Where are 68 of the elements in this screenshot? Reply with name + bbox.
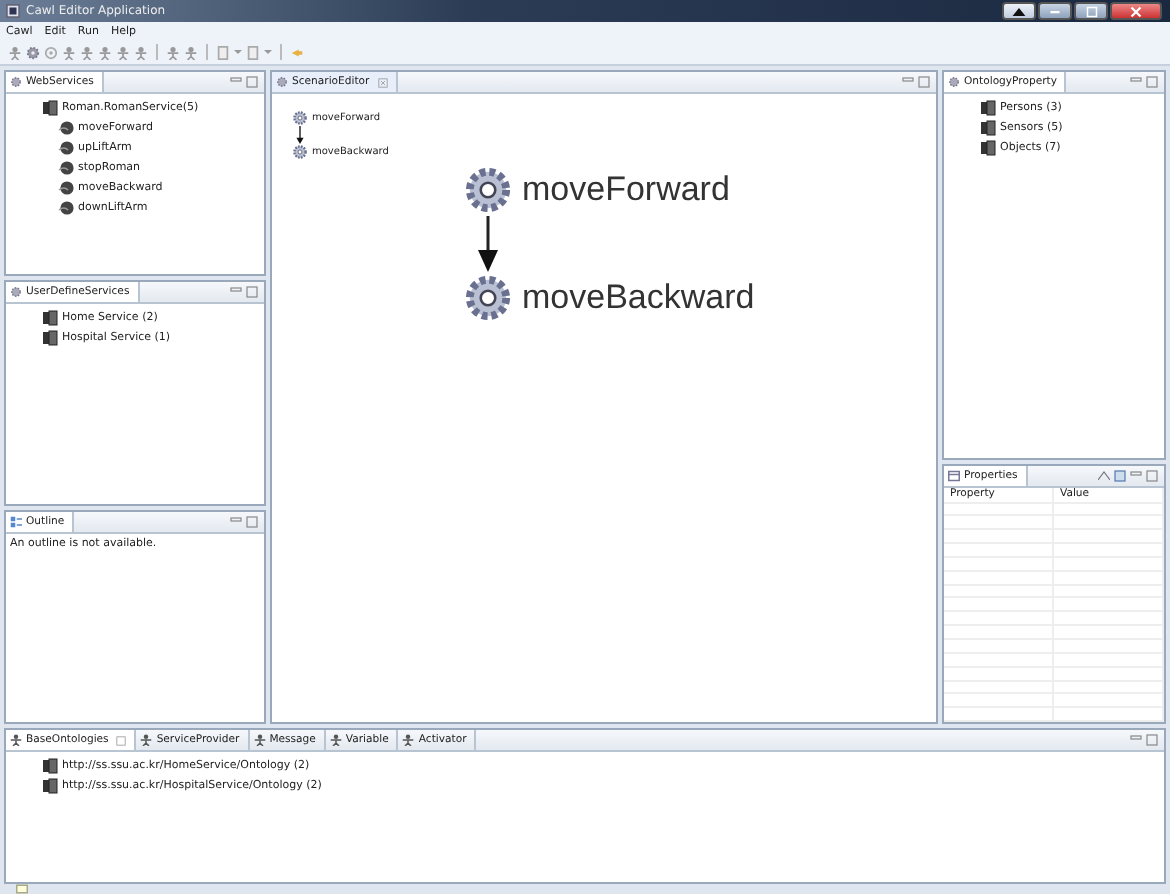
arrow — [478, 216, 498, 272]
server-icon — [42, 100, 58, 116]
gear-icon — [462, 164, 514, 216]
node-label[interactable]: moveForward — [522, 170, 730, 210]
maximize-icon[interactable] — [246, 76, 258, 88]
status-icon — [16, 884, 28, 894]
figure-icon — [253, 734, 266, 746]
figure-icon[interactable] — [98, 45, 112, 59]
arrow-icon[interactable] — [290, 45, 304, 59]
caret-icon[interactable] — [264, 48, 272, 56]
figure-icon — [140, 734, 153, 746]
gear-icon — [10, 286, 22, 298]
figure-icon[interactable] — [134, 45, 148, 59]
maximize-icon[interactable] — [246, 516, 258, 528]
globe-icon — [58, 140, 74, 156]
gear-icon — [10, 76, 22, 88]
maximize-icon[interactable] — [1146, 470, 1158, 482]
globe-icon — [58, 200, 74, 216]
minimize-icon — [1048, 8, 1062, 14]
minimize-icon[interactable] — [230, 76, 242, 88]
figure-icon — [329, 734, 342, 746]
minimize-icon[interactable] — [1130, 470, 1142, 482]
node-label[interactable]: moveBackward — [522, 278, 755, 318]
table-icon — [948, 470, 960, 482]
figure-icon — [10, 734, 22, 746]
figure-icon[interactable] — [62, 45, 76, 59]
figure-icon[interactable] — [184, 45, 198, 59]
minimize-icon[interactable] — [1130, 76, 1142, 88]
close-icon — [1130, 5, 1142, 17]
gear-icon — [276, 76, 288, 88]
maximize-button[interactable] — [1074, 2, 1108, 20]
figure-icon[interactable] — [166, 45, 180, 59]
gear-icon — [292, 110, 308, 126]
caret-icon[interactable] — [234, 48, 242, 56]
maximize-icon[interactable] — [918, 76, 930, 88]
toolbar-icon[interactable] — [1098, 470, 1110, 482]
collapse-button[interactable] — [1002, 2, 1036, 20]
minimize-icon[interactable] — [230, 516, 242, 528]
gear-icon — [292, 144, 308, 160]
globe-icon — [58, 120, 74, 136]
grid-icon[interactable] — [1114, 470, 1126, 482]
circle-icon[interactable] — [44, 45, 58, 59]
triangle-icon — [1012, 7, 1026, 15]
maximize-icon[interactable] — [1146, 734, 1158, 746]
close-icon[interactable] — [116, 735, 127, 745]
gear-icon[interactable] — [26, 45, 40, 59]
maximize-icon[interactable] — [1146, 76, 1158, 88]
globe-icon — [58, 180, 74, 196]
gear-icon — [948, 76, 960, 88]
arrow — [296, 126, 304, 144]
maximize-icon — [1085, 5, 1097, 17]
gear-icon — [462, 272, 514, 324]
figure-icon[interactable] — [8, 45, 22, 59]
page-icon[interactable] — [216, 45, 230, 59]
close-button[interactable] — [1110, 2, 1162, 20]
maximize-icon[interactable] — [246, 286, 258, 298]
minimize-icon[interactable] — [902, 76, 914, 88]
figure-icon[interactable] — [80, 45, 94, 59]
app-icon — [6, 4, 20, 18]
figure-icon — [402, 734, 415, 746]
minimize-icon[interactable] — [1130, 734, 1142, 746]
close-icon[interactable] — [377, 77, 388, 87]
minimize-button[interactable] — [1038, 2, 1072, 20]
minimize-icon[interactable] — [230, 286, 242, 298]
page-icon[interactable] — [246, 45, 260, 59]
outline-icon — [10, 516, 22, 528]
figure-icon[interactable] — [116, 45, 130, 59]
globe-icon — [58, 160, 74, 176]
